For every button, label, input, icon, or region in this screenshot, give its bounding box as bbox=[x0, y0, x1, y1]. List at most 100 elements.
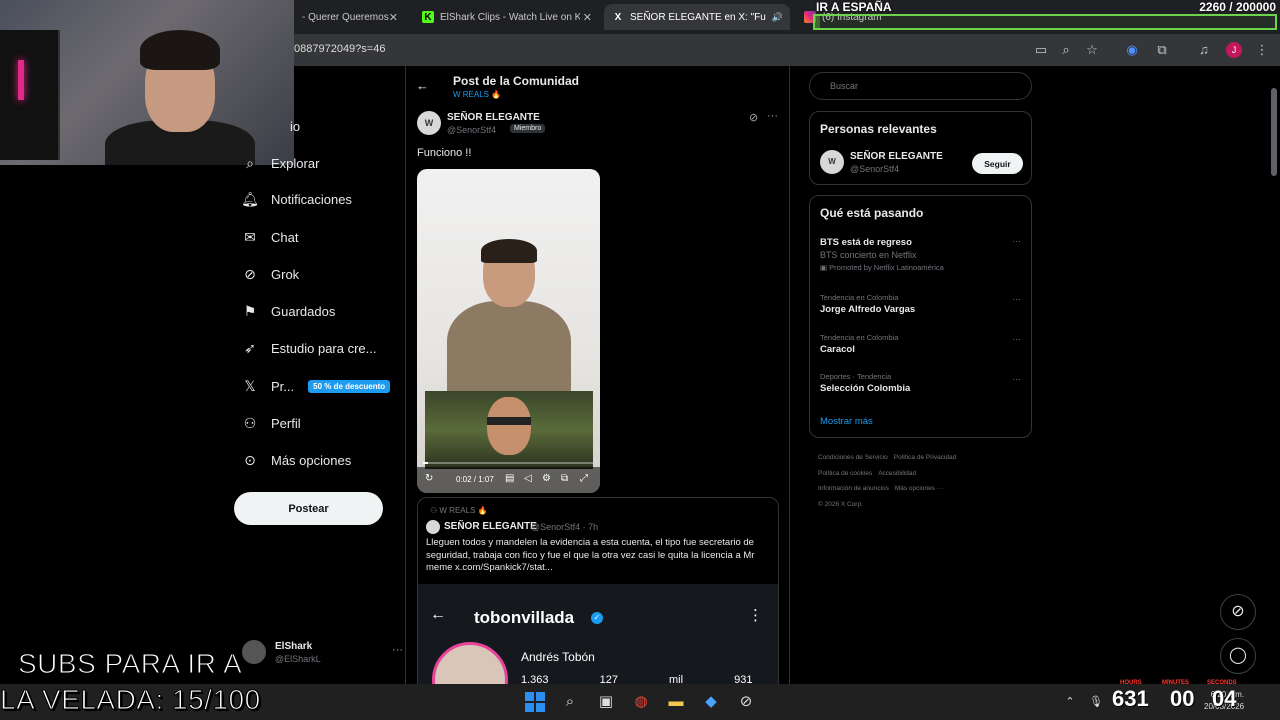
post-author-name[interactable]: SEÑOR ELEGANTE bbox=[447, 112, 540, 123]
kebab-menu-icon: ⋮ bbox=[748, 607, 763, 624]
video-time: 0:02 / 1:07 bbox=[456, 475, 494, 484]
more-horizontal-icon[interactable]: ··· bbox=[1012, 374, 1021, 384]
screenshot-username: tobonvillada bbox=[474, 608, 575, 627]
community-name[interactable]: W REALS 🔥 bbox=[453, 90, 501, 99]
post-button[interactable]: Postear bbox=[234, 492, 383, 525]
trend-context: Tendencia en Colombia bbox=[820, 333, 899, 342]
video-progress[interactable] bbox=[423, 462, 593, 464]
subs-line-2: LA VELADA: 15/100 bbox=[0, 684, 261, 716]
show-more-link[interactable]: Mostrar más bbox=[820, 416, 873, 427]
tab-title: SEÑOR ELEGANTE en X: "Fu bbox=[630, 11, 766, 23]
trend-item[interactable]: Tendencia en Colombia Caracol bbox=[820, 333, 1020, 355]
replay-icon[interactable]: ↻ bbox=[425, 473, 433, 484]
nav-home-partial[interactable]: io bbox=[290, 114, 300, 138]
address-bar[interactable]: 0887972049?s=46 bbox=[294, 43, 385, 55]
cast-icon[interactable]: ▭ bbox=[1033, 42, 1049, 58]
back-arrow-icon[interactable]: ← bbox=[416, 78, 429, 93]
media-control-icon[interactable]: ♫ bbox=[1196, 42, 1212, 58]
footer-link[interactable]: Condiciones de Servicio bbox=[818, 454, 888, 461]
nav-item-chat[interactable]: ✉ Chat bbox=[242, 225, 298, 249]
stream-goal-bar bbox=[813, 14, 1277, 30]
volume-icon[interactable]: ◁ bbox=[524, 473, 532, 484]
app-icon[interactable]: ⊘ bbox=[736, 692, 756, 712]
captions-icon[interactable]: ▤ bbox=[505, 473, 514, 484]
pip-icon[interactable]: ⧉ bbox=[561, 473, 568, 484]
people-icon: ⚇ bbox=[430, 506, 440, 515]
nav-item-more[interactable]: ⊙ Más opciones bbox=[242, 448, 351, 472]
grok-fab-icon[interactable]: ⊘ bbox=[1220, 594, 1256, 630]
close-icon[interactable]: ✕ bbox=[389, 11, 398, 24]
app-icon[interactable]: ◆ bbox=[701, 692, 721, 712]
footer-link[interactable]: Accesibilidad bbox=[878, 470, 916, 477]
discount-badge: 50 % de descuento bbox=[308, 379, 391, 393]
ad-icon: ▣ bbox=[820, 263, 830, 272]
video-person-hair bbox=[481, 239, 537, 263]
pc-case bbox=[0, 30, 60, 160]
video-player[interactable]: ↻ 0:02 / 1:07 ▤ ◁ ⚙ ⧉ ⤢ bbox=[417, 169, 600, 493]
nav-item-profile[interactable]: ⚇ Perfil bbox=[242, 411, 301, 435]
scrollbar-thumb[interactable] bbox=[1271, 88, 1277, 176]
nav-item-premium[interactable]: 𝕏 Pr... 50 % de descuento bbox=[242, 374, 391, 398]
extension-audio-icon[interactable]: ◉ bbox=[1124, 42, 1140, 58]
profile-avatar[interactable]: J bbox=[1226, 42, 1242, 58]
footer-link[interactable]: Información de anuncios bbox=[818, 485, 889, 492]
grok-icon[interactable]: ⊘ bbox=[749, 111, 758, 124]
relevant-name[interactable]: SEÑOR ELEGANTE bbox=[850, 151, 943, 162]
browser-menu-icon[interactable]: ⋮ bbox=[1254, 42, 1270, 58]
more-horizontal-icon[interactable]: ··· bbox=[392, 644, 403, 656]
search-input[interactable] bbox=[809, 72, 1032, 100]
nav-label: Notificaciones bbox=[271, 191, 352, 207]
post-author-handle[interactable]: @SenorStf4 bbox=[447, 125, 496, 135]
nav-item-creator-studio[interactable]: ➶ Estudio para cre... bbox=[242, 336, 376, 360]
trend-title: Jorge Alfredo Vargas bbox=[820, 304, 916, 315]
tab-title: ElShark Clips - Watch Live on Kick bbox=[440, 11, 580, 23]
person-icon: ⚇ bbox=[243, 414, 257, 431]
quoted-post[interactable]: ⚇ W REALS 🔥 SEÑOR ELEGANTE @SenorStf4 · … bbox=[417, 497, 779, 686]
screenshot-fullname: Andrés Tobón bbox=[521, 650, 595, 664]
footer-link[interactable]: Política de cookies bbox=[818, 470, 872, 477]
extensions-icon[interactable]: ⧉ bbox=[1154, 42, 1170, 58]
footer-link[interactable]: Política de Privacidad bbox=[894, 454, 957, 461]
file-explorer-icon[interactable]: ▬ bbox=[666, 692, 686, 712]
browser-tab-1[interactable]: - Querer Queremos ✕ bbox=[294, 4, 406, 30]
nav-item-notifications[interactable]: 🔔︎ Notificaciones bbox=[241, 187, 352, 211]
more-horizontal-icon[interactable]: ··· bbox=[767, 110, 778, 122]
chevron-up-icon[interactable]: ⌃ bbox=[1060, 692, 1080, 712]
nav-item-grok[interactable]: ⊘ Grok bbox=[242, 262, 299, 286]
nav-item-explore[interactable]: ⌕ Explorar bbox=[242, 151, 319, 175]
windows-start-icon[interactable] bbox=[525, 692, 545, 712]
nav-label: Guardados bbox=[271, 303, 336, 319]
trend-item[interactable]: BTS está de regreso BTS concierto en Net… bbox=[820, 237, 1020, 272]
more-horizontal-icon[interactable]: ··· bbox=[1012, 294, 1021, 304]
browser-tab-3[interactable]: X SEÑOR ELEGANTE en X: "Fu 🔊 ✕ bbox=[604, 4, 790, 30]
chrome-icon[interactable]: ◍ bbox=[631, 692, 651, 712]
fullscreen-icon[interactable]: ⤢ bbox=[580, 473, 588, 484]
trend-item[interactable]: Deportes · Tendencia Selección Colombia bbox=[820, 372, 1020, 394]
trend-title: Caracol bbox=[820, 344, 855, 355]
follow-button[interactable]: Seguir bbox=[972, 153, 1023, 174]
close-icon[interactable]: ✕ bbox=[583, 11, 592, 24]
search-icon[interactable]: ⌕ bbox=[560, 692, 580, 712]
star-icon[interactable]: ☆ bbox=[1084, 42, 1100, 58]
search-icon: ⌕ bbox=[246, 154, 254, 171]
trend-item[interactable]: Tendencia en Colombia Jorge Alfredo Varg… bbox=[820, 293, 1020, 315]
more-horizontal-icon[interactable]: ··· bbox=[1012, 236, 1021, 246]
task-view-icon[interactable]: ▣ bbox=[596, 692, 616, 712]
microphone-icon[interactable]: 🎙︎ bbox=[1086, 692, 1106, 712]
bookmark-icon: ⚑ bbox=[243, 302, 257, 319]
chat-fab-icon[interactable]: ◯ bbox=[1220, 638, 1256, 674]
zoom-icon[interactable]: ⌕ bbox=[1058, 42, 1074, 58]
quote-community: ⚇ W REALS 🔥 bbox=[430, 506, 488, 515]
settings-icon[interactable]: ⚙ bbox=[542, 473, 551, 484]
avatar[interactable]: W bbox=[417, 111, 441, 135]
more-horizontal-icon[interactable]: ··· bbox=[1012, 334, 1021, 344]
speaker-icon[interactable]: 🔊 bbox=[772, 12, 783, 23]
footer-link[interactable]: Más opciones ··· bbox=[895, 485, 943, 492]
quote-author-name: SEÑOR ELEGANTE bbox=[444, 521, 537, 532]
post-text: Funciono !! bbox=[417, 147, 472, 159]
avatar[interactable]: W bbox=[820, 150, 844, 174]
browser-tab-2[interactable]: K ElShark Clips - Watch Live on Kick ✕ bbox=[414, 4, 600, 30]
nav-item-bookmarks[interactable]: ⚑ Guardados bbox=[242, 299, 336, 323]
page-scrollbar[interactable] bbox=[1268, 66, 1280, 686]
nav-label: Grok bbox=[271, 266, 300, 282]
